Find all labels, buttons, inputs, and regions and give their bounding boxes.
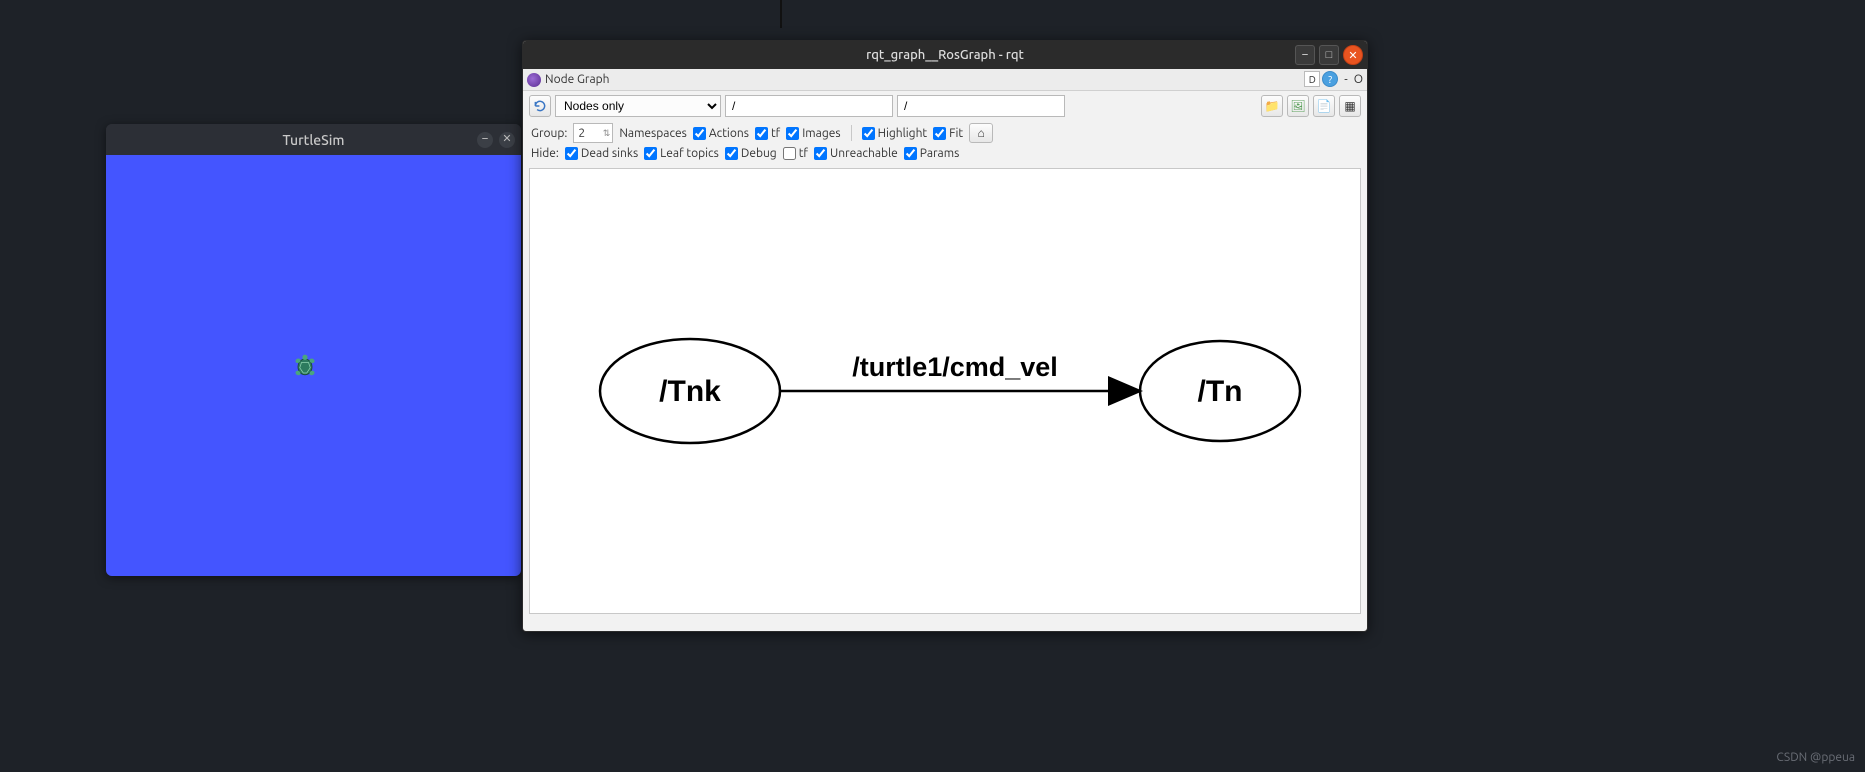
leaftopics-checkbox[interactable]: Leaf topics (644, 147, 719, 160)
minimize-icon[interactable]: – (1295, 45, 1315, 65)
dock-dash[interactable]: - (1340, 73, 1351, 86)
rqt-window: rqt_graph__RosGraph - rqt – □ ✕ Node Gra… (522, 40, 1368, 632)
namespace-filter-input[interactable] (725, 95, 893, 117)
unreachable-checkbox[interactable]: Unreachable (814, 147, 898, 160)
dock-titlebar: Node Graph D ? - O (523, 69, 1367, 91)
node-label-right: /Tn (1198, 375, 1243, 408)
turtlesim-titlebar[interactable]: TurtleSim – ✕ (106, 124, 521, 155)
turtlesim-title: TurtleSim (283, 132, 345, 148)
view-mode-select[interactable]: Nodes only (555, 95, 721, 117)
highlight-checkbox[interactable]: Highlight (862, 127, 928, 140)
edge-label: /turtle1/cmd_vel (852, 352, 1058, 382)
images-checkbox[interactable]: Images (786, 127, 840, 140)
namespaces-label: Namespaces (619, 127, 687, 140)
tf2-checkbox[interactable]: tf (783, 147, 808, 160)
dock-option-o[interactable]: O (1354, 73, 1363, 86)
turtlesim-canvas (106, 155, 521, 576)
save-image-button[interactable]: 🖼 (1287, 95, 1309, 117)
group-label: Group: (531, 127, 567, 140)
hide-filter-row: Hide: Dead sinks Leaf topics Debug tf Un… (523, 145, 1367, 162)
help-icon[interactable]: ? (1322, 71, 1338, 87)
group-filter-row: Group: 2 Namespaces Actions tf Images Hi… (523, 121, 1367, 145)
separator (851, 125, 852, 141)
ros-graph-svg: /Tnk /Tn /turtle1/cmd_vel (530, 169, 1360, 613)
toolbar: Nodes only 📁 🖼 📄 ▦ (523, 91, 1367, 121)
turtle-icon (291, 352, 319, 380)
plugin-icon (527, 73, 541, 87)
refresh-button[interactable] (529, 95, 551, 117)
actions-checkbox[interactable]: Actions (693, 127, 749, 140)
turtlesim-window: TurtleSim – ✕ (106, 124, 521, 576)
dock-option-d[interactable]: D (1304, 71, 1320, 87)
debug-checkbox[interactable]: Debug (725, 147, 777, 160)
dock-title: Node Graph (545, 73, 610, 86)
divider-line (780, 0, 782, 28)
maximize-icon[interactable]: □ (1319, 45, 1339, 65)
zoom-reset-button[interactable]: ⌂ (969, 123, 993, 143)
node-label-left: /Tnk (659, 375, 721, 408)
save-dot-button[interactable]: 📄 (1313, 95, 1335, 117)
topic-filter-input[interactable] (897, 95, 1065, 117)
refresh-icon (533, 99, 547, 113)
window-controls: – □ ✕ (1291, 45, 1363, 65)
hide-label: Hide: (531, 147, 559, 160)
graph-canvas[interactable]: /Tnk /Tn /turtle1/cmd_vel (529, 168, 1361, 614)
params-checkbox[interactable]: Params (904, 147, 960, 160)
close-icon[interactable]: ✕ (499, 132, 515, 148)
rqt-titlebar[interactable]: rqt_graph__RosGraph - rqt – □ ✕ (523, 41, 1367, 69)
settings-button[interactable]: ▦ (1339, 95, 1361, 117)
rqt-title: rqt_graph__RosGraph - rqt (866, 48, 1024, 62)
deadsinks-checkbox[interactable]: Dead sinks (565, 147, 638, 160)
fit-checkbox[interactable]: Fit (933, 127, 963, 140)
group-spinbox[interactable]: 2 (573, 123, 613, 143)
minimize-icon[interactable]: – (477, 132, 493, 148)
watermark: CSDN @ppeua (1776, 751, 1855, 764)
close-icon[interactable]: ✕ (1343, 45, 1363, 65)
tf-checkbox[interactable]: tf (755, 127, 780, 140)
open-folder-button[interactable]: 📁 (1261, 95, 1283, 117)
